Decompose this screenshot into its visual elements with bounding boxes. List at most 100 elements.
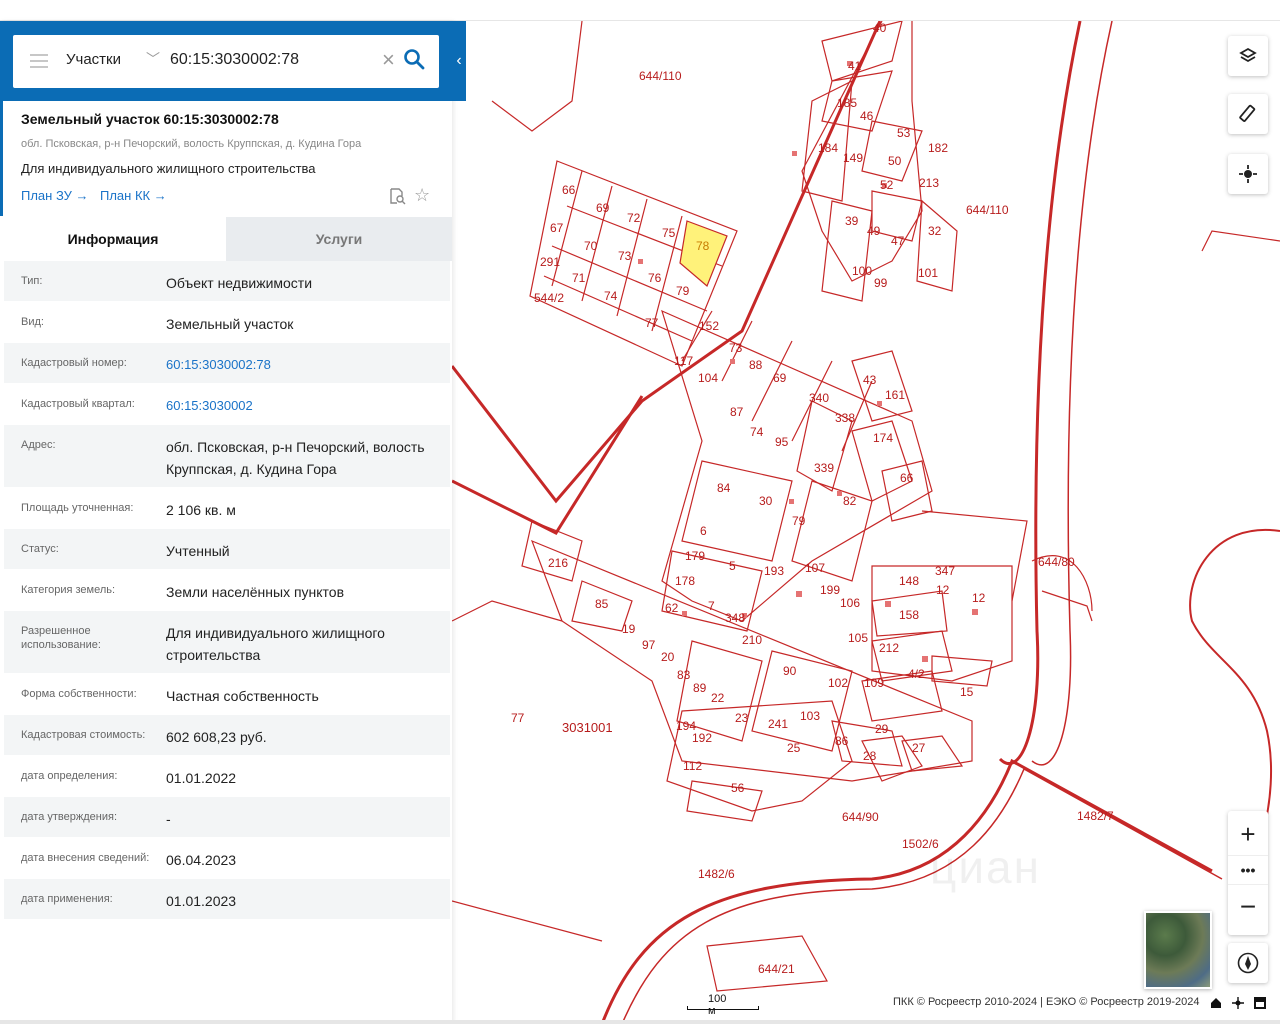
map-label: 75 bbox=[662, 226, 676, 240]
map-label: 79 bbox=[676, 284, 690, 298]
zoom-out-icon[interactable]: − bbox=[1228, 887, 1268, 927]
clear-icon[interactable]: × bbox=[382, 47, 395, 73]
map-label: 73 bbox=[618, 249, 632, 263]
plan-zu-link[interactable]: План ЗУ → bbox=[21, 188, 89, 203]
crosshair-icon[interactable] bbox=[1232, 997, 1244, 1009]
attr-row: Категория земель: Земли населённых пункт… bbox=[4, 570, 450, 611]
attr-value: Земельный участок bbox=[166, 316, 294, 332]
zoom-control[interactable]: + ••• − bbox=[1228, 811, 1268, 935]
attr-key: дата применения: bbox=[21, 893, 113, 905]
measure-button[interactable] bbox=[1228, 94, 1268, 134]
attr-value: обл. Псковская, р-н Печорский, волость К… bbox=[166, 439, 425, 477]
map-label: 89 bbox=[693, 681, 707, 695]
map-label: 69 bbox=[596, 201, 610, 215]
map-label: 149 bbox=[843, 151, 864, 165]
cadastral-number-link[interactable]: 60:15:3030002:78 bbox=[166, 354, 444, 376]
tabs: Информация Услуги bbox=[0, 217, 452, 261]
bottom-strip bbox=[0, 1020, 1280, 1024]
chevron-down-icon[interactable]: ﹀ bbox=[146, 49, 160, 69]
map-label: 199 bbox=[820, 583, 841, 597]
attr-row: Форма собственности: Частная собственнос… bbox=[4, 674, 450, 715]
map-label: 88 bbox=[749, 358, 763, 372]
map-label: 52 bbox=[880, 178, 894, 192]
attr-value: Частная собственность bbox=[166, 688, 319, 704]
star-icon[interactable]: ☆ bbox=[414, 185, 430, 206]
top-strip bbox=[0, 0, 1280, 21]
map-label: 99 bbox=[874, 276, 888, 290]
locate-icon bbox=[1239, 165, 1257, 183]
map-label: 148 bbox=[899, 574, 920, 588]
search-input[interactable]: 60:15:3030002:78 bbox=[170, 51, 299, 69]
fullscreen-icon[interactable] bbox=[1254, 997, 1266, 1009]
map-label: 56 bbox=[731, 781, 745, 795]
more-icon[interactable]: ••• bbox=[1228, 855, 1268, 885]
map-label: 185 bbox=[837, 96, 858, 110]
attr-row: дата определения: 01.01.2022 bbox=[4, 756, 450, 797]
map-label: 27 bbox=[912, 741, 926, 755]
layers-icon bbox=[1239, 47, 1257, 63]
map-label: 5 bbox=[729, 559, 736, 573]
tab-services[interactable]: Услуги bbox=[226, 217, 452, 261]
tab-information[interactable]: Информация bbox=[0, 217, 226, 261]
map-label: 87 bbox=[730, 405, 744, 419]
map-label: 291 bbox=[540, 255, 561, 269]
map-label: 182 bbox=[928, 141, 949, 155]
home-icon[interactable] bbox=[1211, 998, 1221, 1008]
map-label: 348 bbox=[725, 611, 746, 625]
map-label: 338 bbox=[835, 411, 856, 425]
map-label: 340 bbox=[809, 391, 830, 405]
attr-key: Вид: bbox=[21, 316, 44, 328]
scale-line bbox=[687, 1006, 759, 1010]
menu-icon[interactable] bbox=[30, 54, 48, 68]
attr-row: Разрешенное использование: Для индивидуа… bbox=[4, 611, 450, 674]
parcel-header: Земельный участок 60:15:3030002:78 обл. … bbox=[0, 101, 452, 216]
map-label: 85 bbox=[595, 597, 609, 611]
map-label: 1482/6 bbox=[698, 867, 735, 881]
map-label: 95 bbox=[775, 435, 789, 449]
map-label: 7 bbox=[708, 599, 715, 613]
map-label: 1482/7 bbox=[1077, 809, 1114, 823]
object-type-select[interactable]: Участки bbox=[66, 51, 121, 68]
layers-button[interactable] bbox=[1228, 36, 1268, 76]
cadastral-quarter-link[interactable]: 60:15:3030002 bbox=[166, 395, 444, 417]
info-panel: Участки ﹀ 60:15:3030002:78 × ‹ Земельный… bbox=[0, 21, 466, 1024]
ruler-icon bbox=[1239, 104, 1256, 122]
attr-key: Разрешенное использование: bbox=[21, 625, 101, 651]
compass-button[interactable] bbox=[1228, 943, 1268, 983]
map-label: 39 bbox=[845, 214, 859, 228]
map-label: 41 bbox=[848, 59, 862, 73]
map-label: 73 bbox=[729, 341, 743, 355]
attr-row: Тип: Объект недвижимости bbox=[4, 261, 450, 302]
map-label: 158 bbox=[899, 608, 920, 622]
map-label: 86 bbox=[835, 734, 849, 748]
attr-key: Кадастровый квартал: bbox=[21, 398, 135, 410]
cadastral-map[interactable]: 644/110 644/110 644/80 644/90 644/21 303… bbox=[452, 21, 1280, 1024]
locate-button[interactable] bbox=[1228, 154, 1268, 194]
map-label: 77 bbox=[511, 711, 525, 725]
map-label: 70 bbox=[584, 239, 598, 253]
map-label: 339 bbox=[814, 461, 835, 475]
map-label: 12 bbox=[936, 583, 950, 597]
plan-kk-link[interactable]: План КК → bbox=[100, 188, 167, 203]
map-label: 77 bbox=[645, 316, 659, 330]
satellite-minimap[interactable] bbox=[1144, 911, 1212, 989]
map-canvas[interactable] bbox=[452, 21, 1280, 1024]
map-label: 100 bbox=[852, 264, 873, 278]
map-label: 74 bbox=[750, 425, 764, 439]
search-bar: Участки ﹀ 60:15:3030002:78 × ‹ bbox=[0, 21, 466, 101]
map-label: 3031001 bbox=[562, 720, 613, 735]
map-label: 105 bbox=[848, 631, 869, 645]
attr-row: Адрес: обл. Псковская, р-н Печорский, во… bbox=[4, 425, 450, 488]
zoom-in-icon[interactable]: + bbox=[1228, 815, 1268, 853]
preview-icon[interactable] bbox=[388, 187, 406, 205]
map-label: 241 bbox=[768, 717, 789, 731]
attr-key: Кадастровый номер: bbox=[21, 357, 127, 369]
map-label: 69 bbox=[773, 371, 787, 385]
map-label: 644/110 bbox=[966, 203, 1009, 217]
collapse-icon[interactable]: ‹ bbox=[452, 43, 466, 79]
map-label: 90 bbox=[783, 664, 797, 678]
map-label: 22 bbox=[711, 691, 725, 705]
attr-key: Статус: bbox=[21, 543, 59, 555]
selected-parcel-78[interactable] bbox=[679, 220, 728, 287]
search-icon[interactable] bbox=[403, 48, 425, 70]
